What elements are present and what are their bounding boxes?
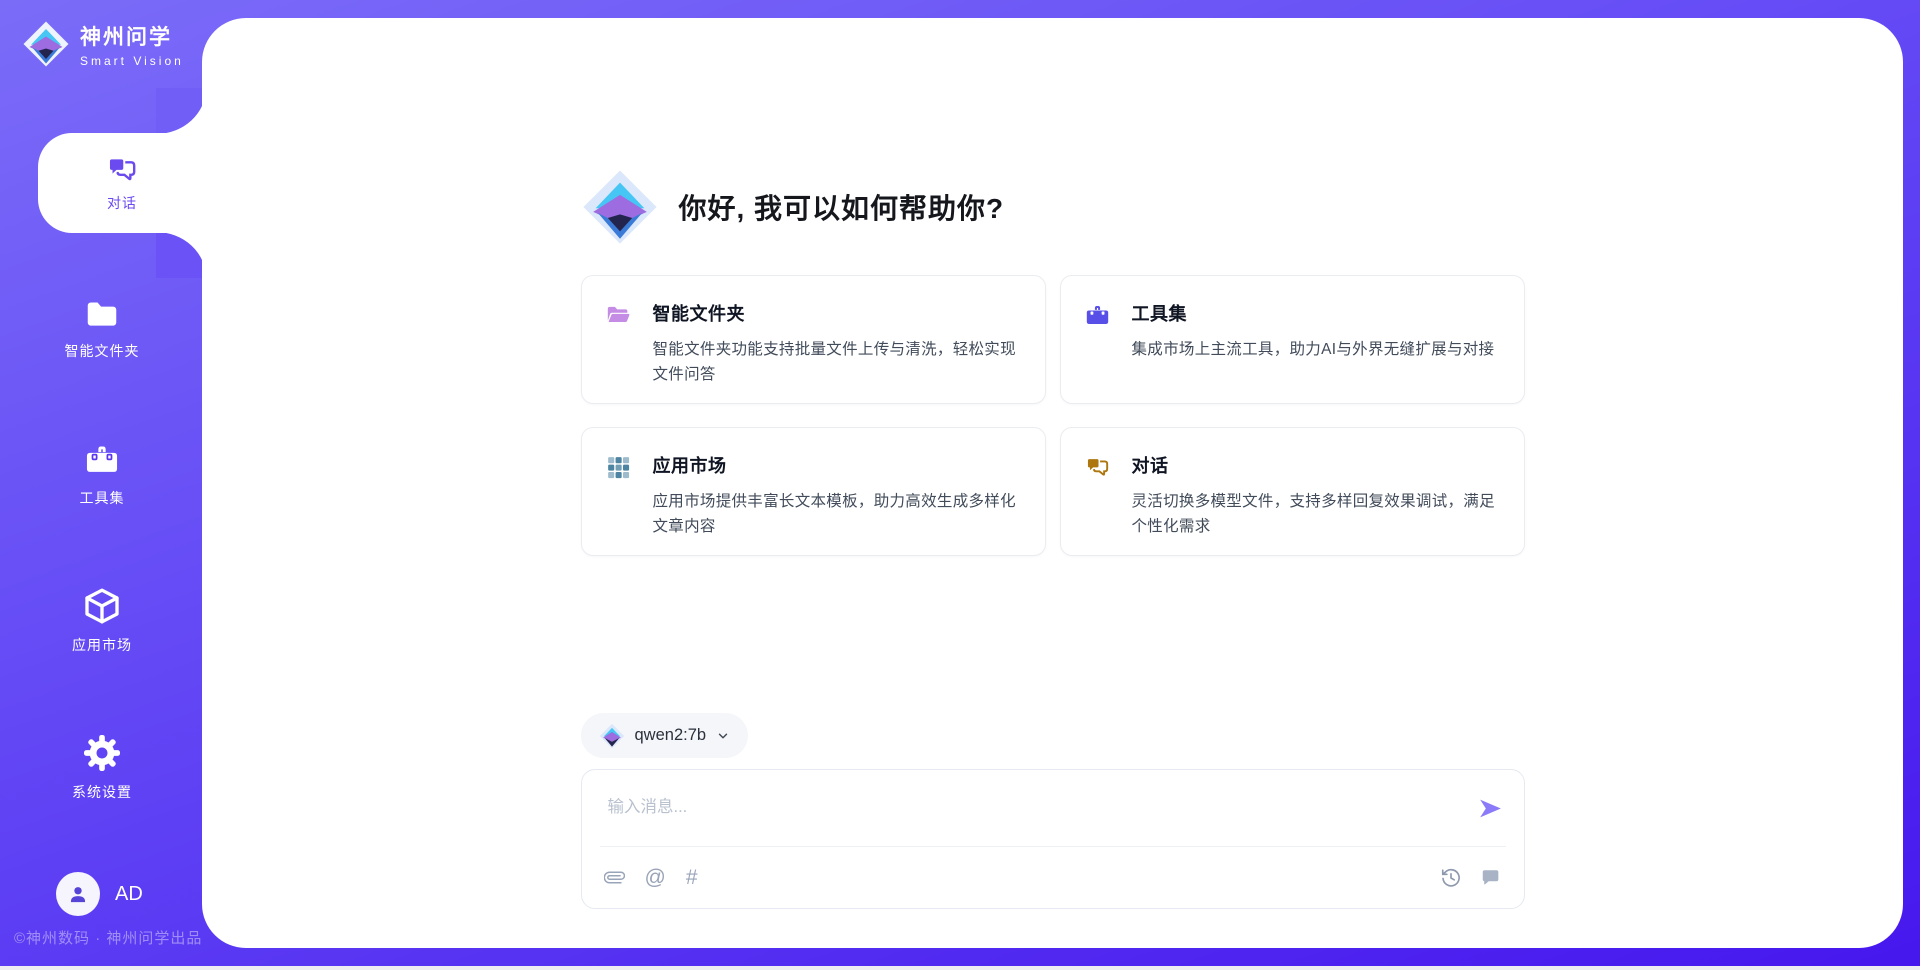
brand-logo: 神州问学 Smart Vision bbox=[22, 20, 184, 68]
sidebar-item-label: 应用市场 bbox=[72, 635, 132, 655]
feature-cards: 智能文件夹 智能文件夹功能支持批量文件上传与清洗，轻松实现文件问答 工具集 集成… bbox=[581, 275, 1525, 556]
history-icon[interactable] bbox=[1440, 867, 1462, 889]
model-diamond-icon bbox=[599, 723, 625, 749]
composer-toolbar: @ # bbox=[582, 847, 1524, 908]
hash-icon[interactable]: # bbox=[686, 867, 698, 888]
at-icon[interactable]: @ bbox=[645, 867, 666, 888]
card-toolset[interactable]: 工具集 集成市场上主流工具，助力AI与外界无缝扩展与对接 bbox=[1060, 275, 1525, 404]
card-chat[interactable]: 对话 灵活切换多模型文件，支持多样回复效果调试，满足个性化需求 bbox=[1060, 427, 1525, 556]
send-icon[interactable] bbox=[1477, 795, 1504, 822]
gear-icon bbox=[82, 733, 122, 773]
app-grid-icon bbox=[605, 454, 632, 486]
sidebar-item-app-market[interactable]: 应用市场 bbox=[0, 586, 204, 655]
cube-icon bbox=[82, 586, 122, 626]
message-composer: @ # bbox=[581, 769, 1525, 909]
history-tools bbox=[1440, 867, 1502, 889]
sidebar-item-toolset[interactable]: 工具集 bbox=[0, 441, 204, 508]
sidebar-item-label: 工具集 bbox=[80, 488, 125, 508]
card-description: 灵活切换多模型文件，支持多样回复效果调试，满足个性化需求 bbox=[1132, 489, 1496, 539]
card-title: 应用市场 bbox=[653, 452, 1017, 478]
card-app-market[interactable]: 应用市场 应用市场提供丰富长文本模板，助力高效生成多样化文章内容 bbox=[581, 427, 1046, 556]
avatar bbox=[56, 872, 100, 916]
copyright-text: ©神州数码 · 神州问学出品 bbox=[14, 927, 202, 948]
sidebar-item-settings[interactable]: 系统设置 bbox=[0, 733, 204, 802]
attachment-tools: @ # bbox=[604, 867, 698, 888]
brand-subtitle: Smart Vision bbox=[80, 54, 184, 68]
sidebar-item-label: 智能文件夹 bbox=[65, 341, 140, 361]
card-smart-folder[interactable]: 智能文件夹 智能文件夹功能支持批量文件上传与清洗，轻松实现文件问答 bbox=[581, 275, 1046, 404]
sidebar-item-label: 系统设置 bbox=[72, 782, 132, 802]
paperclip-icon[interactable] bbox=[604, 867, 625, 888]
toolbox-icon bbox=[1084, 302, 1111, 334]
greeting: 你好, 我可以如何帮助你? bbox=[581, 168, 1005, 246]
card-description: 集成市场上主流工具，助力AI与外界无缝扩展与对接 bbox=[1132, 337, 1496, 362]
card-description: 应用市场提供丰富长文本模板，助力高效生成多样化文章内容 bbox=[653, 489, 1017, 539]
folder-icon bbox=[83, 294, 121, 332]
toolbox-icon bbox=[83, 441, 121, 479]
sidebar-item-label: 对话 bbox=[107, 193, 137, 213]
card-title: 对话 bbox=[1132, 452, 1496, 478]
folder-open-icon bbox=[605, 302, 632, 334]
user-name: AD bbox=[115, 883, 143, 906]
chat-bubbles-icon bbox=[1084, 454, 1111, 486]
main-panel: 你好, 我可以如何帮助你? 智能文件夹 智能文件夹功能支持批量文件上传与清洗，轻… bbox=[202, 18, 1903, 948]
model-selector[interactable]: qwen2:7b bbox=[581, 713, 749, 758]
chat-bubbles-icon bbox=[105, 153, 139, 187]
chevron-down-icon bbox=[716, 729, 730, 743]
model-name: qwen2:7b bbox=[635, 726, 707, 745]
sidebar-item-chat[interactable]: 对话 bbox=[38, 133, 206, 233]
content-column: 你好, 我可以如何帮助你? 智能文件夹 智能文件夹功能支持批量文件上传与清洗，轻… bbox=[581, 18, 1525, 948]
assistant-diamond-icon bbox=[581, 168, 659, 246]
card-title: 智能文件夹 bbox=[653, 300, 1017, 326]
message-input[interactable] bbox=[582, 770, 1524, 844]
sidebar-item-smart-folder[interactable]: 智能文件夹 bbox=[0, 294, 204, 361]
card-title: 工具集 bbox=[1132, 300, 1496, 326]
card-description: 智能文件夹功能支持批量文件上传与清洗，轻松实现文件问答 bbox=[653, 337, 1017, 387]
user-chip[interactable]: AD bbox=[56, 872, 143, 916]
brand-name: 神州问学 bbox=[80, 21, 184, 51]
greeting-title: 你好, 我可以如何帮助你? bbox=[679, 187, 1005, 227]
bottom-strip bbox=[0, 966, 1920, 970]
brand-diamond-icon bbox=[22, 20, 70, 68]
chat-history-icon[interactable] bbox=[1480, 867, 1502, 889]
